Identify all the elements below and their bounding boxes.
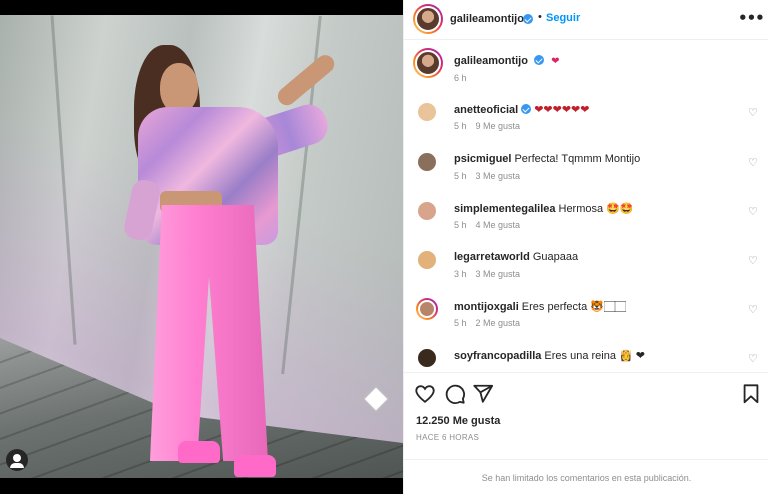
commenter-avatar[interactable] <box>416 200 438 222</box>
comment-item: anetteoficial ❤❤❤❤❤❤ 5 h 9 Me gusta ♡ <box>404 101 768 149</box>
comment-time[interactable]: 5 h <box>454 318 467 328</box>
comment-text: Eres perfecta 🐯🏻🏻 <box>521 301 626 313</box>
commenter-username[interactable]: legarretaworld <box>454 251 530 263</box>
comment-text: Hermosa 🤩🤩 <box>558 203 634 215</box>
comment-icon[interactable] <box>444 383 466 405</box>
caption-username[interactable]: galileamontijo <box>454 55 528 67</box>
likes-count[interactable]: 12.250 Me gusta <box>416 415 500 427</box>
comment-time[interactable]: 5 h <box>454 171 467 181</box>
comment-time[interactable]: 5 h <box>454 220 467 230</box>
comment-likes[interactable]: 2 Me gusta <box>476 318 521 328</box>
caption-author-avatar[interactable] <box>413 48 443 78</box>
comment-time[interactable]: 3 h <box>454 269 467 279</box>
commenter-username[interactable]: montijoxgali <box>454 301 519 313</box>
author-username[interactable]: galileamontijo <box>450 13 524 25</box>
comment-likes[interactable]: 4 Me gusta <box>476 220 521 230</box>
follow-button[interactable]: Seguir <box>546 12 580 24</box>
comments-limited-notice: Se han limitado los comentarios en esta … <box>404 459 768 493</box>
commenter-avatar[interactable] <box>416 249 438 271</box>
comment-text: ❤❤❤❤❤❤ <box>534 104 590 116</box>
commenter-username[interactable]: psicmiguel <box>454 153 511 165</box>
tagged-user-icon[interactable] <box>6 449 28 471</box>
author-avatar[interactable] <box>413 4 443 34</box>
verified-badge-icon <box>521 104 532 114</box>
comment-item: legarretaworld Guapaaa 3 h 3 Me gusta ♡ <box>404 249 768 297</box>
comment-likes[interactable]: 3 Me gusta <box>476 269 521 279</box>
comment-likes[interactable]: 9 Me gusta <box>476 121 521 131</box>
comment-like-heart-icon[interactable]: ♡ <box>748 303 758 316</box>
caption-timestamp[interactable]: 6 h <box>454 73 467 83</box>
commenter-username[interactable]: anetteoficial <box>454 104 518 116</box>
commenter-avatar[interactable] <box>416 298 438 320</box>
separator-dot: • <box>538 11 542 23</box>
comment-item: soyfrancopadilla Eres una reina 👸 ❤ ♡ <box>404 347 768 372</box>
post-side-panel: galileamontijo • Seguir ••• galileamonti… <box>403 0 768 494</box>
verified-badge-icon <box>534 55 545 65</box>
post-actions: 12.250 Me gusta HACE 6 HORAS Se han limi… <box>404 372 768 492</box>
commenter-username[interactable]: soyfrancopadilla <box>454 350 541 362</box>
send-icon[interactable] <box>472 383 494 405</box>
comment-item: montijoxgali Eres perfecta 🐯🏻🏻 5 h 2 Me gu… <box>404 298 768 346</box>
post-photo <box>0 15 403 478</box>
comment-text: Eres una reina 👸 ❤ <box>544 350 645 362</box>
comment-like-heart-icon[interactable]: ♡ <box>748 254 758 267</box>
verified-badge-icon <box>523 14 533 24</box>
comments-list[interactable]: galileamontijo ❤ 6 h anetteoficial ❤❤❤❤❤❤… <box>404 41 768 372</box>
comment-text: Perfecta! Tqmmm Montijo <box>514 153 641 165</box>
caption: galileamontijo ❤ <box>454 55 559 67</box>
heart-icon[interactable] <box>414 383 436 405</box>
comment-item: psicmiguel Perfecta! Tqmmm Montijo 5 h 3 M… <box>404 151 768 199</box>
comment-text: Guapaaa <box>532 251 579 263</box>
caption-text: ❤ <box>551 56 560 67</box>
commenter-avatar[interactable] <box>416 151 438 173</box>
commenter-avatar[interactable] <box>416 101 438 123</box>
post-timestamp[interactable]: HACE 6 HORAS <box>416 433 479 442</box>
comment-item: simplementegalilea Hermosa 🤩🤩 5 h 4 Me gus… <box>404 200 768 248</box>
comment-like-heart-icon[interactable]: ♡ <box>748 106 758 119</box>
comment-time[interactable]: 5 h <box>454 121 467 131</box>
more-options-icon[interactable]: ••• <box>738 9 765 27</box>
commenter-avatar[interactable] <box>416 347 438 369</box>
comment-like-heart-icon[interactable]: ♡ <box>748 205 758 218</box>
commenter-username[interactable]: simplementegalilea <box>454 203 556 215</box>
post-media[interactable] <box>0 0 403 494</box>
bookmark-icon[interactable] <box>740 383 762 405</box>
comment-likes[interactable]: 3 Me gusta <box>476 171 521 181</box>
post-header: galileamontijo • Seguir ••• <box>404 0 768 40</box>
comment-like-heart-icon[interactable]: ♡ <box>748 352 758 365</box>
comment-like-heart-icon[interactable]: ♡ <box>748 156 758 169</box>
